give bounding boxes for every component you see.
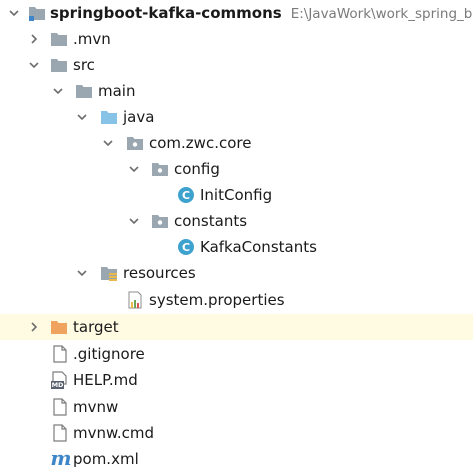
- package-icon: [126, 134, 144, 152]
- tree-label: main: [98, 82, 136, 100]
- class-icon: C: [177, 238, 195, 256]
- tree-node-kafkaconstants[interactable]: C KafkaConstants: [0, 234, 473, 260]
- chevron-down-icon[interactable]: [50, 78, 66, 104]
- svg-text:C: C: [182, 189, 190, 202]
- text-file-icon: [51, 398, 69, 416]
- module-folder-icon: [28, 4, 46, 22]
- source-root-folder-icon: [100, 108, 118, 126]
- resources-folder-icon: [100, 264, 118, 282]
- tree-node-resources[interactable]: resources: [0, 260, 473, 286]
- chevron-down-icon[interactable]: [6, 0, 22, 26]
- tree-label: target: [73, 318, 119, 336]
- tree-node-src[interactable]: src: [0, 52, 473, 78]
- tree-label: .gitignore: [73, 345, 145, 363]
- chevron-down-icon[interactable]: [126, 208, 142, 234]
- maven-file-icon: m: [50, 448, 72, 470]
- tree-label: mvnw: [73, 398, 119, 416]
- chevron-down-icon[interactable]: [26, 52, 42, 78]
- tree-label: KafkaConstants: [200, 238, 317, 256]
- tree-node-package[interactable]: com.zwc.core: [0, 130, 473, 156]
- chevron-down-icon[interactable]: [100, 130, 116, 156]
- tree-label: src: [73, 56, 95, 74]
- tree-label: config: [174, 160, 220, 178]
- svg-text:C: C: [182, 241, 190, 254]
- tree-node-initconfig[interactable]: C InitConfig: [0, 182, 473, 208]
- tree-node-mvn[interactable]: .mvn: [0, 26, 473, 52]
- tree-label: resources: [123, 264, 196, 282]
- tree-label: pom.xml: [73, 450, 139, 468]
- folder-icon: [50, 30, 68, 48]
- root-path: E:\JavaWork\work_spring_bo: [290, 6, 473, 22]
- tree-label: .mvn: [73, 30, 111, 48]
- tree-node-mvnwcmd[interactable]: mvnw.cmd: [0, 420, 473, 446]
- text-file-icon: [51, 424, 69, 442]
- tree-label: system.properties: [149, 291, 285, 309]
- project-tree: springboot-kafka-commons E:\JavaWork\work…: [0, 0, 473, 470]
- chevron-right-icon[interactable]: [26, 314, 42, 340]
- chevron-down-icon[interactable]: [74, 104, 90, 130]
- tree-node-mvnw[interactable]: mvnw: [0, 394, 473, 420]
- tree-label: constants: [174, 212, 248, 230]
- maven-icon-glyph: m: [50, 446, 72, 470]
- tree-node-main[interactable]: main: [0, 78, 473, 104]
- tree-node-helpmd[interactable]: MD HELP.md: [0, 367, 473, 393]
- tree-node-target[interactable]: target: [0, 314, 473, 340]
- markdown-badge-text: MD: [51, 381, 64, 389]
- tree-label: HELP.md: [73, 371, 138, 389]
- tree-label: mvnw.cmd: [73, 424, 155, 442]
- tree-label: java: [123, 108, 155, 126]
- tree-node-pom[interactable]: m pom.xml: [0, 446, 473, 470]
- class-icon: C: [177, 186, 195, 204]
- tree-node-constants[interactable]: constants: [0, 208, 473, 234]
- markdown-file-icon: MD: [50, 371, 68, 389]
- tree-node-properties[interactable]: system.properties: [0, 287, 473, 313]
- tree-label: com.zwc.core: [149, 134, 252, 152]
- chevron-down-icon[interactable]: [126, 156, 142, 182]
- tree-node-root[interactable]: springboot-kafka-commons E:\JavaWork\work…: [0, 0, 473, 26]
- tree-node-java[interactable]: java: [0, 104, 473, 130]
- tree-node-gitignore[interactable]: .gitignore: [0, 341, 473, 367]
- text-file-icon: [51, 345, 69, 363]
- folder-icon: [50, 56, 68, 74]
- tree-node-config[interactable]: config: [0, 156, 473, 182]
- tree-label: springboot-kafka-commons E:\JavaWork\work…: [50, 0, 473, 26]
- folder-icon: [75, 82, 93, 100]
- root-name: springboot-kafka-commons: [50, 4, 282, 22]
- chevron-right-icon[interactable]: [26, 26, 42, 52]
- tree-label: InitConfig: [200, 186, 273, 204]
- package-icon: [151, 212, 169, 230]
- properties-file-icon: [126, 291, 144, 309]
- package-icon: [151, 160, 169, 178]
- chevron-down-icon[interactable]: [74, 260, 90, 286]
- excluded-folder-icon: [50, 318, 68, 336]
